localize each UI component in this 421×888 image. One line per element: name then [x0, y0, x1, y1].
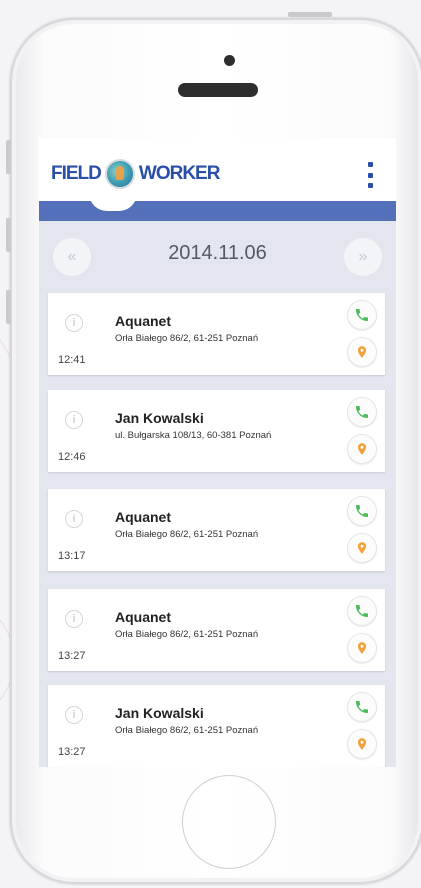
more-vertical-icon[interactable]	[366, 162, 374, 188]
map-pin-icon	[357, 443, 367, 455]
power-button	[288, 12, 332, 17]
map-pin-icon	[357, 642, 367, 654]
visit-client-name: Jan Kowalski	[115, 410, 204, 426]
current-date: 2014.11.06	[168, 242, 267, 264]
app-screen: FIELD WORKER « 2014.11.06 » i Aquanet Or…	[39, 138, 396, 767]
info-icon[interactable]: i	[65, 314, 83, 332]
visit-time: 13:27	[58, 650, 86, 662]
map-button[interactable]	[347, 633, 377, 663]
visit-time: 13:17	[58, 550, 86, 562]
date-navigation: « 2014.11.06 »	[39, 221, 396, 293]
map-button[interactable]	[347, 337, 377, 367]
visit-client-name: Aquanet	[115, 509, 171, 525]
map-button[interactable]	[347, 533, 377, 563]
info-icon[interactable]: i	[65, 706, 83, 724]
phone-icon	[356, 406, 368, 418]
list-item[interactable]: i Jan Kowalski Orła Białego 86/2, 61-251…	[48, 685, 385, 767]
logo-text-worker: WORKER	[138, 163, 221, 184]
visit-time: 13:27	[58, 746, 86, 758]
map-button[interactable]	[347, 729, 377, 759]
list-item[interactable]: i Aquanet Orła Białego 86/2, 61-251 Pozn…	[48, 589, 385, 671]
map-button[interactable]	[347, 434, 377, 464]
info-icon[interactable]: i	[65, 610, 83, 628]
visit-address: Orła Białego 86/2, 61-251 Poznań	[115, 333, 259, 344]
phone-icon	[356, 505, 368, 517]
map-pin-icon	[357, 738, 367, 750]
list-item[interactable]: i Jan Kowalski ul. Bułgarska 108/13, 60-…	[48, 390, 385, 472]
next-day-button[interactable]: »	[344, 238, 382, 276]
list-item[interactable]: i Aquanet Orła Białego 86/2, 61-251 Pozn…	[48, 489, 385, 571]
list-item[interactable]: i Aquanet Orła Białego 86/2, 61-251 Pozn…	[48, 293, 385, 375]
phone-icon	[356, 701, 368, 713]
visit-address: Orła Białego 86/2, 61-251 Poznań	[115, 529, 259, 540]
map-pin-icon	[357, 542, 367, 554]
call-button[interactable]	[347, 300, 377, 330]
app-header: FIELD WORKER	[39, 138, 396, 201]
home-button[interactable]	[182, 775, 276, 869]
visit-time: 12:41	[58, 354, 86, 366]
phone-icon	[356, 605, 368, 617]
info-icon[interactable]: i	[65, 510, 83, 528]
visit-client-name: Aquanet	[115, 313, 171, 329]
visit-client-name: Jan Kowalski	[115, 705, 204, 721]
visit-address: Orła Białego 86/2, 61-251 Poznań	[115, 725, 259, 736]
front-camera	[224, 55, 235, 66]
visit-address: ul. Bułgarska 108/13, 60-381 Poznań	[115, 430, 272, 441]
logo-text-field: FIELD	[51, 163, 102, 184]
volume-up-button	[6, 218, 11, 252]
call-button[interactable]	[347, 692, 377, 722]
mute-switch	[6, 140, 11, 174]
earpiece-speaker	[178, 83, 258, 97]
logo-globe-icon	[104, 159, 135, 189]
map-pin-icon	[357, 346, 367, 358]
volume-down-button	[6, 290, 11, 324]
call-button[interactable]	[347, 397, 377, 427]
visit-address: Orła Białego 86/2, 61-251 Poznań	[115, 629, 259, 640]
phone-icon	[356, 309, 368, 321]
call-button[interactable]	[347, 596, 377, 626]
app-logo: FIELD WORKER	[51, 159, 221, 189]
visit-time: 12:46	[58, 451, 86, 463]
visit-client-name: Aquanet	[115, 609, 171, 625]
call-button[interactable]	[347, 496, 377, 526]
info-icon[interactable]: i	[65, 411, 83, 429]
